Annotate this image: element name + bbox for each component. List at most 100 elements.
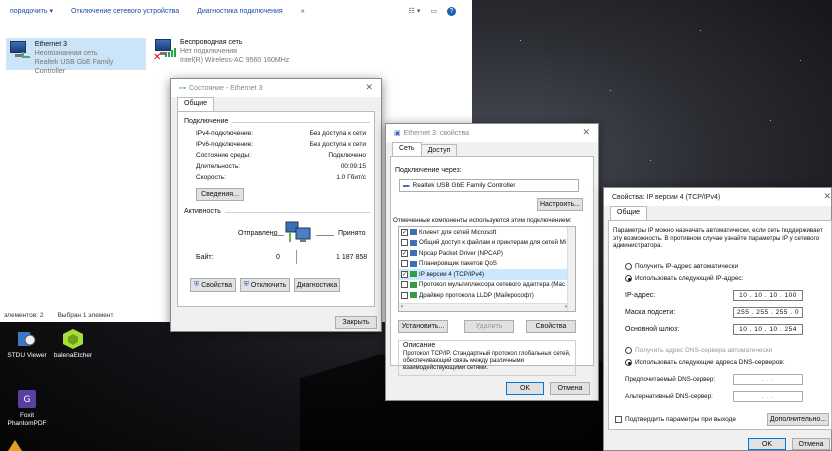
desktop-icon-stdu-viewer[interactable]: STDU Viewer	[4, 328, 50, 360]
star	[650, 160, 651, 161]
configure-button[interactable]: Настроить...	[537, 198, 583, 211]
description-text: Протокол TCP/IP. Стандартный протокол гл…	[403, 351, 571, 371]
radio-dot	[625, 263, 632, 270]
manual-ip-radio[interactable]: Использовать следующий IP-адрес:	[625, 275, 744, 282]
ipv4-dialog-titlebar: Свойства: IP версии 4 (TCP/IPv4) ✕	[604, 188, 831, 206]
radio-dot	[625, 359, 632, 366]
description-title: Описание	[403, 342, 436, 349]
kv-ipv6: IPv6-подключение: Без доступа к сети	[196, 141, 366, 148]
close-icon[interactable]: ✕	[823, 191, 831, 202]
svg-text:G: G	[24, 395, 31, 405]
status-diagnose-button[interactable]: Диагностика	[294, 278, 340, 292]
validate-checkbox[interactable]: Подтвердить параметры при выходе	[615, 416, 736, 423]
ethernet-status-dialog: ⊶ Состояние - Ethernet 3 ✕ Общие Подключ…	[170, 78, 382, 332]
components-label: Отмеченные компоненты используются этим …	[393, 217, 572, 224]
ethernet-state: Неопознанная сеть	[34, 50, 98, 57]
details-button[interactable]: Сведения...	[196, 188, 244, 201]
gateway-input[interactable]: 10 . 10 . 10 . 254	[733, 324, 803, 335]
desktop-icon-foxit-phantompdf[interactable]: G Foxit PhantomPDF	[4, 388, 50, 428]
radio-dot	[625, 347, 632, 354]
bytes-label: Байт:	[196, 254, 214, 261]
component-row[interactable]: Общий доступ к файлам и принтерам для се…	[399, 238, 575, 249]
preferred-dns-label: Предпочитаемый DNS-сервер:	[625, 376, 716, 383]
status-disable-button[interactable]: ⛨ Отключить	[240, 278, 290, 292]
diagnose-button[interactable]: Диагностика подключения	[191, 6, 289, 17]
component-checkbox[interactable]	[401, 260, 408, 268]
ethernet-adapter: Realtek USB GbE Family Controller	[34, 59, 114, 75]
preferred-dns-input[interactable]: . . .	[733, 374, 803, 385]
component-checkbox[interactable]	[401, 281, 408, 289]
change-view-icon[interactable]: ☷ ▾	[409, 7, 421, 15]
ethernet-3-connection[interactable]: Ethernet 3 Неопознанная сеть Realtek USB…	[6, 38, 146, 75]
auto-ip-radio[interactable]: Получить IP-адрес автоматически	[625, 263, 738, 270]
manual-dns-radio[interactable]: Использовать следующие адреса DNS-сервер…	[625, 359, 785, 366]
props-dialog-titlebar: ▣ Ethernet 3: свойства ✕	[386, 124, 598, 142]
wifi-connection[interactable]: ✕ Беспроводная сеть Нет подключения Inte…	[153, 38, 289, 65]
component-row-selected[interactable]: ✓ IP версии 4 (TCP/IPv4)	[399, 269, 575, 280]
tab-network[interactable]: Сеть	[392, 142, 422, 156]
tab-general[interactable]: Общие	[610, 206, 648, 220]
ipv4-properties-dialog: Свойства: IP версии 4 (TCP/IPv4) ✕ Общие…	[603, 187, 832, 451]
component-properties-button[interactable]: Свойства	[526, 320, 576, 333]
tab-sharing[interactable]: Доступ	[420, 144, 458, 156]
install-button[interactable]: Установить...	[398, 320, 448, 333]
component-checkbox[interactable]	[401, 239, 408, 247]
star	[770, 120, 771, 121]
help-icon[interactable]: ?	[447, 6, 456, 16]
components-list[interactable]: ✓ Клиент для сетей Microsoft Общий доступ…	[398, 226, 576, 312]
ipv4-info-text: Параметры IP можно назначать автоматичес…	[613, 227, 823, 249]
component-row[interactable]: ✓ Клиент для сетей Microsoft	[399, 227, 575, 238]
protocol-icon	[410, 271, 417, 278]
ip-address-label: IP-адрес:	[625, 292, 656, 299]
close-icon[interactable]: ✕	[582, 127, 590, 138]
vertical-scrollbar[interactable]	[567, 227, 575, 311]
auto-dns-radio[interactable]: Получить адрес DNS-сервера автоматически	[625, 347, 772, 354]
uninstall-button[interactable]: Удалить	[464, 320, 514, 333]
preview-pane-icon[interactable]: ▭	[430, 7, 437, 15]
close-icon[interactable]: ✕	[365, 82, 373, 93]
subnet-mask-label: Маска подсети:	[625, 309, 676, 316]
component-checkbox[interactable]: ✓	[401, 228, 408, 236]
explorer-toolbar: порядочить ▾ Отключение сетевого устройс…	[0, 0, 472, 22]
ip-address-input[interactable]: 10 . 10 . 10 . 100	[733, 290, 803, 301]
tab-general[interactable]: Общие	[177, 97, 215, 111]
horizontal-scrollbar[interactable]: ‹ ›	[399, 303, 569, 311]
status-dialog-titlebar: ⊶ Состояние - Ethernet 3 ✕	[171, 79, 381, 97]
component-row[interactable]: Протокол мультиплексора сетевого адаптер…	[399, 280, 575, 291]
gateway-label: Основной шлюз:	[625, 326, 680, 333]
props-ok-button[interactable]: OK	[506, 382, 544, 395]
star	[700, 30, 701, 31]
ethernet-properties-dialog: ▣ Ethernet 3: свойства ✕ Сеть Доступ Под…	[385, 123, 599, 401]
alternate-dns-label: Альтернативный DNS-сервер:	[625, 393, 713, 400]
service-icon	[410, 260, 417, 267]
desktop-icon-balena-etcher[interactable]: balenaEtcher	[50, 328, 96, 360]
alternate-dns-input[interactable]: . . .	[733, 391, 803, 402]
component-row[interactable]: Драйвер протокола LLDP (Майкрософт)	[399, 290, 575, 301]
network-activity-icon	[284, 220, 314, 246]
validate-check-box[interactable]	[615, 416, 622, 423]
disable-device-button[interactable]: Отключение сетевого устройства	[65, 6, 185, 17]
wifi-disconnected-icon: ✕	[153, 38, 176, 63]
component-row[interactable]: Планировщик пакетов QoS	[399, 259, 575, 270]
star	[800, 60, 801, 61]
component-checkbox[interactable]: ✓	[401, 270, 408, 278]
organize-button[interactable]: порядочить ▾	[4, 5, 59, 17]
protocol-icon	[410, 292, 417, 299]
ipv4-cancel-button[interactable]: Отмена	[792, 438, 830, 450]
subnet-mask-input[interactable]: 255 . 255 . 255 . 0	[733, 307, 803, 318]
explorer-status-bar: элементов: 2 Выбран 1 элемент	[4, 312, 114, 319]
more-button[interactable]: »	[295, 6, 311, 17]
component-checkbox[interactable]	[401, 291, 408, 299]
props-cancel-button[interactable]: Отмена	[550, 382, 590, 395]
received-line	[316, 235, 334, 236]
component-row[interactable]: ✓ Npcap Packet Driver (NPCAP)	[399, 248, 575, 259]
shield-icon: ⛨	[194, 281, 200, 288]
ethernet-name: Ethernet 3	[34, 41, 67, 48]
status-properties-button[interactable]: ⛨ Свойства	[190, 278, 236, 292]
status-close-button[interactable]: Закрыть	[335, 316, 377, 329]
component-checkbox[interactable]: ✓	[401, 249, 408, 257]
kv-media-state: Состояние среды: Подключено	[196, 152, 366, 159]
advanced-button[interactable]: Дополнительно...	[767, 413, 829, 426]
network-small-icon: ⊶	[179, 85, 186, 92]
ipv4-ok-button[interactable]: OK	[748, 438, 786, 450]
